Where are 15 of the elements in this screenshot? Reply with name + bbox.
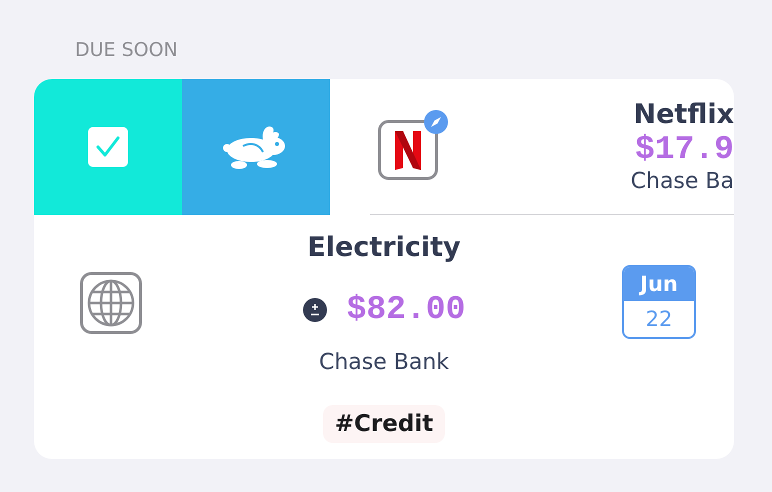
section-title: DUE SOON — [75, 38, 179, 63]
swipe-action-button[interactable] — [34, 79, 182, 215]
due-day: 22 — [624, 301, 694, 337]
bill-amount: $17.9 — [634, 132, 734, 168]
globe-icon — [80, 272, 142, 334]
account-name: Chase Ba — [630, 168, 734, 196]
bill-amount: $82.00 — [346, 291, 466, 329]
bill-name: Electricity — [307, 231, 461, 265]
due-month: Jun — [624, 267, 694, 301]
swipe-action-button[interactable] — [182, 79, 330, 215]
account-name: Chase Bank — [318, 349, 450, 377]
checkbox-icon — [88, 127, 128, 167]
n-logo-icon — [378, 120, 438, 180]
bill-name: Netflix — [634, 98, 734, 132]
tag-chip[interactable]: #Credit — [322, 405, 446, 443]
